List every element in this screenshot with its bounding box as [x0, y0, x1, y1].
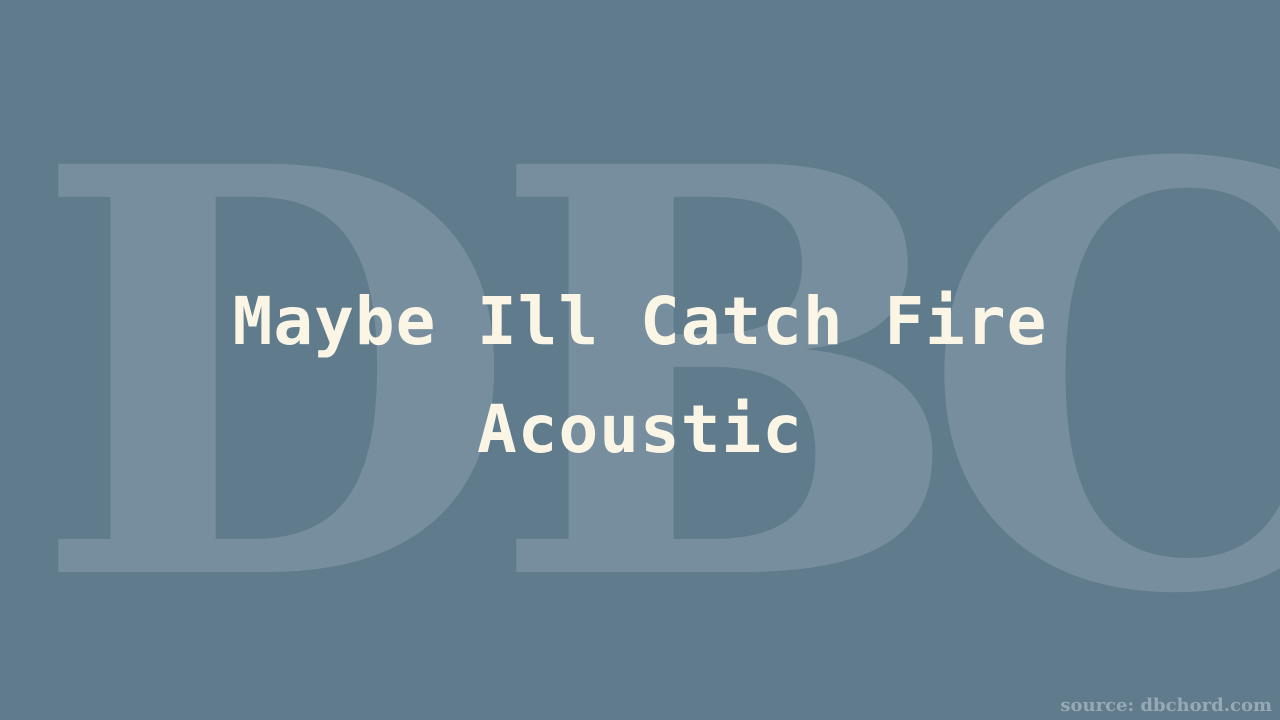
- source-credit: source: dbchord.com: [1060, 695, 1272, 716]
- song-title: Maybe Ill Catch Fire Acoustic: [0, 268, 1280, 484]
- song-title-line-1: Maybe Ill Catch Fire: [232, 283, 1048, 360]
- song-title-line-2: Acoustic: [477, 391, 803, 468]
